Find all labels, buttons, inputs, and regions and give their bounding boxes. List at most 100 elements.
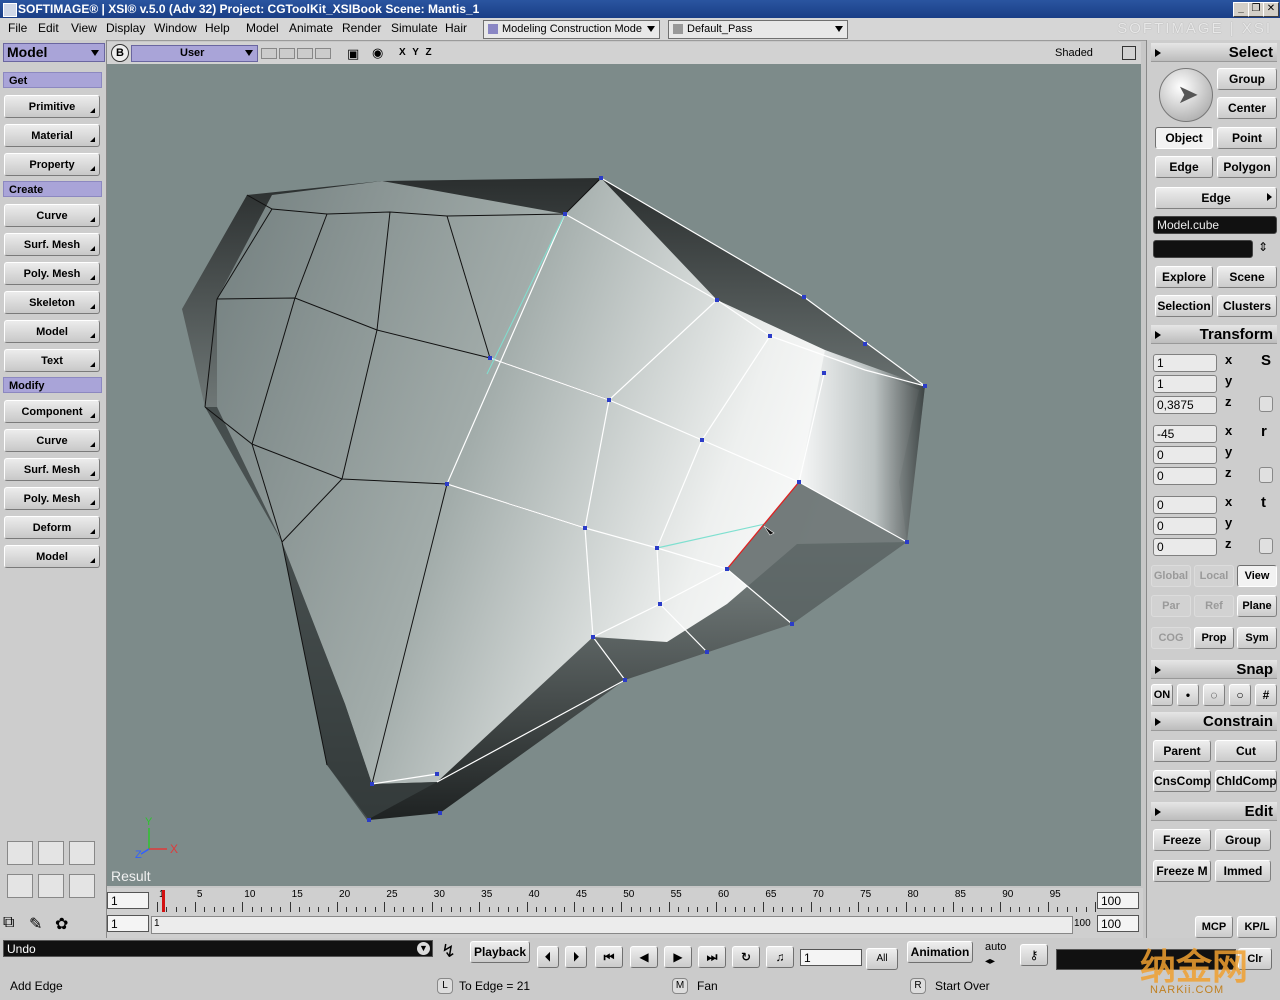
selection-button[interactable]: Selection: [1155, 295, 1213, 317]
primitive-button[interactable]: Primitive: [4, 95, 100, 118]
menu-display[interactable]: Display: [106, 21, 145, 35]
maximize-viewport-icon[interactable]: [1122, 46, 1136, 60]
memo-cam-icon[interactable]: [297, 48, 313, 59]
par-button[interactable]: Par: [1151, 595, 1191, 617]
next-key-icon[interactable]: ⏵: [565, 946, 587, 968]
last-frame-icon[interactable]: ⏭: [698, 946, 726, 968]
axis-toggles[interactable]: X Y Z: [399, 47, 434, 58]
first-frame-icon[interactable]: ⏮: [595, 946, 623, 968]
create-text-button[interactable]: Text: [4, 349, 100, 372]
menu-window[interactable]: Window: [154, 21, 197, 35]
module-render[interactable]: Render: [342, 21, 381, 35]
memo-cam-icon[interactable]: [315, 48, 331, 59]
palette-icon[interactable]: ✿: [55, 914, 68, 934]
view-button[interactable]: View: [1237, 565, 1277, 587]
select-polygon-button[interactable]: Polygon: [1217, 156, 1277, 178]
axis-z-label[interactable]: z: [1225, 394, 1232, 409]
timeline-range-slider[interactable]: [151, 916, 1073, 934]
menu-edit[interactable]: Edit: [38, 21, 59, 35]
axis-x-label[interactable]: x: [1225, 494, 1232, 509]
camera-dropdown[interactable]: User: [131, 45, 258, 62]
cog-button[interactable]: COG: [1151, 627, 1191, 649]
close-button[interactable]: ✕: [1263, 2, 1279, 17]
cut-button[interactable]: Cut: [1215, 740, 1277, 762]
frame-field[interactable]: 1: [800, 949, 862, 966]
pen-tool-icon[interactable]: ✎: [29, 914, 42, 934]
immed-button[interactable]: Immed: [1215, 860, 1271, 882]
selection-name-field[interactable]: Model.cube: [1153, 216, 1277, 234]
script-editor-icon[interactable]: ↯: [441, 941, 456, 962]
viewport-letter[interactable]: B: [111, 44, 129, 62]
kpl-tab[interactable]: KP/L: [1237, 916, 1277, 938]
menu-file[interactable]: File: [8, 21, 27, 35]
rotate-z-field[interactable]: 0: [1153, 467, 1217, 485]
axis-x-label[interactable]: x: [1225, 352, 1232, 367]
key-arrows-icon[interactable]: ◂▸: [985, 956, 995, 967]
translate-x-field[interactable]: 0: [1153, 496, 1217, 514]
selection-filter-field[interactable]: [1153, 240, 1253, 258]
key-icon[interactable]: ⚷: [1020, 944, 1048, 966]
memo-cam-icon[interactable]: [279, 48, 295, 59]
global-button[interactable]: Global: [1151, 565, 1191, 587]
3d-viewport[interactable]: Y X Z Result: [107, 64, 1141, 886]
module-simulate[interactable]: Simulate: [391, 21, 438, 35]
sym-button[interactable]: Sym: [1237, 627, 1277, 649]
modify-poly-mesh-button[interactable]: Poly. Mesh: [4, 487, 100, 510]
modify-model-button[interactable]: Model: [4, 545, 100, 568]
timeline-end2-field[interactable]: 100: [1097, 915, 1139, 932]
freeze-button[interactable]: Freeze: [1153, 829, 1211, 851]
axis-x-label[interactable]: x: [1225, 423, 1232, 438]
scale-z-field[interactable]: 0,3875: [1153, 396, 1217, 414]
rotate-x-field[interactable]: -45: [1153, 425, 1217, 443]
construction-mode-dropdown[interactable]: Modeling Construction Mode: [483, 20, 660, 39]
select-header[interactable]: Select: [1151, 43, 1277, 62]
select-point-button[interactable]: Point: [1217, 127, 1277, 149]
constrain-header[interactable]: Constrain: [1151, 712, 1277, 731]
pass-dropdown[interactable]: Default_Pass: [668, 20, 848, 39]
create-surf-mesh-button[interactable]: Surf. Mesh: [4, 233, 100, 256]
transform-header[interactable]: Transform: [1151, 325, 1277, 344]
layout-grid-icon[interactable]: [69, 841, 95, 865]
minimize-button[interactable]: _: [1233, 2, 1249, 17]
command-line[interactable]: Undo ▼: [3, 940, 433, 957]
create-skeleton-button[interactable]: Skeleton: [4, 291, 100, 314]
layout-two-views-icon[interactable]: [38, 841, 64, 865]
modify-curve-button[interactable]: Curve: [4, 429, 100, 452]
select-arrow-button[interactable]: ➤: [1159, 68, 1213, 122]
select-object-button[interactable]: Object: [1155, 127, 1213, 149]
select-edge-button[interactable]: Edge: [1155, 156, 1213, 178]
restore-button[interactable]: ❐: [1248, 2, 1264, 17]
axis-y-label[interactable]: y: [1225, 373, 1232, 388]
cnscomp-button[interactable]: CnsComp: [1153, 770, 1211, 792]
rotate-y-field[interactable]: 0: [1153, 446, 1217, 464]
menu-view[interactable]: View: [71, 21, 97, 35]
scale-x-field[interactable]: 1: [1153, 354, 1217, 372]
layout-row-icon[interactable]: [69, 874, 95, 898]
scale-label[interactable]: S: [1261, 352, 1271, 369]
layout-split-icon[interactable]: [7, 874, 33, 898]
prev-key-icon[interactable]: ⏴: [537, 946, 559, 968]
audio-icon[interactable]: ♫: [766, 946, 794, 968]
plane-button[interactable]: Plane: [1237, 595, 1277, 617]
edit-header[interactable]: Edit: [1151, 802, 1277, 821]
display-mode-menu[interactable]: Shaded: [1055, 47, 1093, 59]
modify-deform-button[interactable]: Deform: [4, 516, 100, 539]
camera-icon[interactable]: ▣: [347, 46, 359, 62]
modify-component-button[interactable]: Component: [4, 400, 100, 423]
ref-button[interactable]: Ref: [1194, 595, 1234, 617]
modify-surf-mesh-button[interactable]: Surf. Mesh: [4, 458, 100, 481]
rotate-scroll-icon[interactable]: [1259, 467, 1273, 483]
snap-grid-icon[interactable]: #: [1255, 684, 1277, 706]
eye-icon[interactable]: ◉: [372, 45, 383, 61]
timeline-end-field[interactable]: 100: [1097, 892, 1139, 909]
translate-z-field[interactable]: 0: [1153, 538, 1217, 556]
snap-surface-icon[interactable]: ○: [1229, 684, 1251, 706]
create-curve-button[interactable]: Curve: [4, 204, 100, 227]
module-hair[interactable]: Hair: [445, 21, 467, 35]
translate-scroll-icon[interactable]: [1259, 538, 1273, 554]
axis-y-label[interactable]: y: [1225, 515, 1232, 530]
all-button[interactable]: All: [866, 948, 898, 970]
select-filter-button[interactable]: Edge: [1155, 187, 1277, 209]
rotate-label[interactable]: r: [1261, 423, 1267, 440]
animation-button[interactable]: Animation: [907, 941, 973, 963]
